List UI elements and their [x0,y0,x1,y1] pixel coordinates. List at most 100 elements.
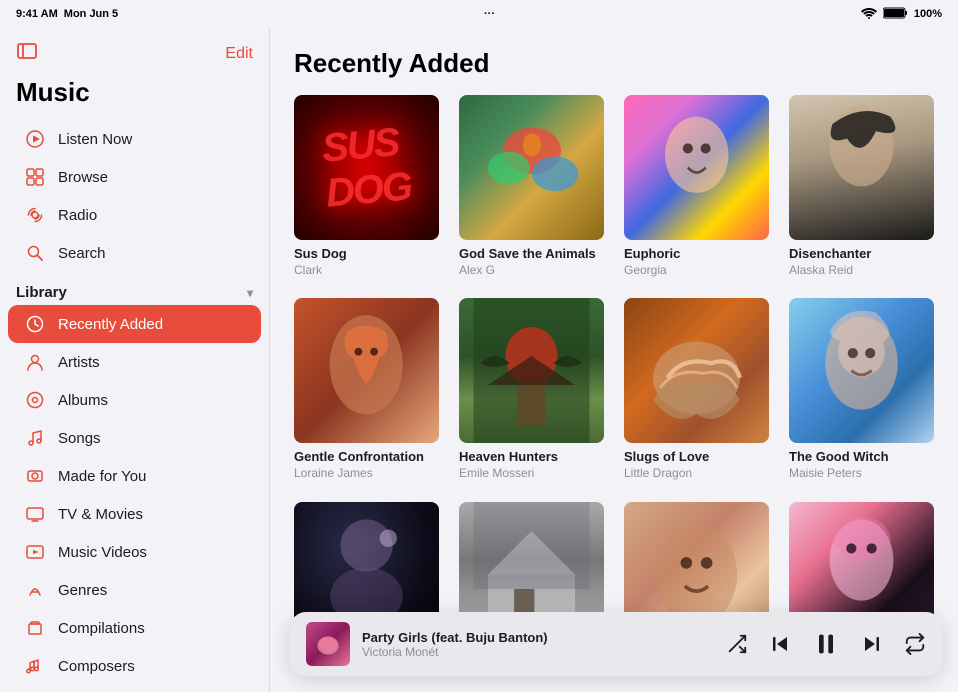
sidebar-item-genres[interactable]: Genres [8,571,261,609]
nav-listen-now[interactable]: Listen Now [8,120,261,158]
edit-button[interactable]: Edit [225,45,253,63]
sidebar-title: Music [0,77,269,120]
nav-radio[interactable]: Radio [8,196,261,234]
sidebar: Edit Music Listen Now Browse [0,28,270,692]
next-button[interactable] [860,632,884,656]
music-videos-icon [24,541,46,563]
recently-added-label: Recently Added [58,316,163,333]
album-sus-dog[interactable]: SUSDOG Sus Dog Clark [294,95,439,278]
battery-icon [883,7,908,22]
album-slugs-of-love[interactable]: Slugs of Love Little Dragon [624,298,769,481]
composers-label: Composers [58,658,135,675]
browse-icon [24,166,46,188]
radio-label: Radio [58,207,97,224]
album-good-witch[interactable]: The Good Witch Maisie Peters [789,298,934,481]
tv-movies-label: TV & Movies [58,506,143,523]
content-area: Recently Added SUSDOG Sus Dog Clark [270,28,958,692]
album-name: Heaven Hunters [459,449,604,466]
album-name: Gentle Confrontation [294,449,439,466]
sidebar-item-composers[interactable]: Composers [8,647,261,685]
main-container: Edit Music Listen Now Browse [0,28,958,692]
album-art-sus-dog: SUSDOG [294,95,439,240]
album-artist: Georgia [624,263,769,279]
compilations-icon [24,617,46,639]
now-playing-bar: Party Girls (feat. Buju Banton) Victoria… [290,612,942,676]
now-playing-controls [726,630,926,658]
album-artist: Maisie Peters [789,466,934,482]
album-name: Sus Dog [294,246,439,263]
composers-icon [24,655,46,677]
now-playing-info: Party Girls (feat. Buju Banton) Victoria… [362,630,714,659]
status-date: Mon Jun 5 [64,8,118,20]
sidebar-item-tv-movies[interactable]: TV & Movies [8,495,261,533]
album-gentle[interactable]: Gentle Confrontation Loraine James [294,298,439,481]
album-disenchanter[interactable]: Disenchanter Alaska Reid [789,95,934,278]
album-grid: SUSDOG Sus Dog Clark [294,95,934,653]
search-label: Search [58,245,106,262]
sidebar-item-compilations[interactable]: Compilations [8,609,261,647]
album-heaven-hunters[interactable]: Heaven Hunters Emile Mosseri [459,298,604,481]
repeat-button[interactable] [904,633,926,655]
sidebar-toggle-icon[interactable] [16,40,38,67]
section-title: Recently Added [294,48,934,79]
sidebar-item-songs[interactable]: Songs [8,419,261,457]
album-art-heaven [459,298,604,443]
album-name: Euphoric [624,246,769,263]
album-artist: Alaska Reid [789,263,934,279]
album-artist: Emile Mosseri [459,466,604,482]
album-name: God Save the Animals [459,246,604,263]
albums-label: Albums [58,392,108,409]
listen-now-label: Listen Now [58,131,132,148]
album-artist: Little Dragon [624,466,769,482]
album-artist: Loraine James [294,466,439,482]
album-artist: Alex G [459,263,604,279]
album-art-good-witch [789,298,934,443]
battery-percent: 100% [914,8,942,20]
album-art-disenchanter [789,95,934,240]
status-center: ··· [484,8,495,20]
album-art-euphoric [624,95,769,240]
browse-label: Browse [58,169,108,186]
sidebar-item-artists[interactable]: Artists [8,343,261,381]
made-for-you-label: Made for You [58,468,146,485]
sidebar-top-bar: Edit [0,40,269,77]
album-name: Disenchanter [789,246,934,263]
pause-button[interactable] [812,630,840,658]
shuffle-button[interactable] [726,633,748,655]
tv-movies-icon [24,503,46,525]
songs-icon [24,427,46,449]
sidebar-item-downloaded[interactable]: Downloaded [8,685,261,692]
listen-now-icon [24,128,46,150]
nav-search[interactable]: Search [8,234,261,272]
albums-icon [24,389,46,411]
status-dots: ··· [484,8,495,20]
album-name: The Good Witch [789,449,934,466]
radio-icon [24,204,46,226]
status-right: 100% [861,7,942,22]
now-playing-thumb [306,622,350,666]
chevron-down-icon[interactable]: ▾ [247,286,253,300]
sidebar-item-made-for-you[interactable]: Made for You [8,457,261,495]
now-playing-artist: Victoria Monét [362,645,714,659]
search-icon [24,242,46,264]
made-for-you-icon [24,465,46,487]
previous-button[interactable] [768,632,792,656]
sidebar-item-albums[interactable]: Albums [8,381,261,419]
album-art-gentle [294,298,439,443]
nav-browse[interactable]: Browse [8,158,261,196]
status-left: 9:41 AM Mon Jun 5 [16,8,118,20]
music-videos-label: Music Videos [58,544,147,561]
album-god-save[interactable]: God Save the Animals Alex G [459,95,604,278]
album-art-god-save [459,95,604,240]
recently-added-icon [24,313,46,335]
genres-label: Genres [58,582,107,599]
genres-icon [24,579,46,601]
sidebar-item-music-videos[interactable]: Music Videos [8,533,261,571]
artists-icon [24,351,46,373]
wifi-icon [861,7,877,22]
artists-label: Artists [58,354,100,371]
status-time: 9:41 AM [16,8,58,20]
sidebar-item-recently-added[interactable]: Recently Added [8,305,261,343]
library-label: Library [16,284,67,301]
album-euphoric[interactable]: Euphoric Georgia [624,95,769,278]
